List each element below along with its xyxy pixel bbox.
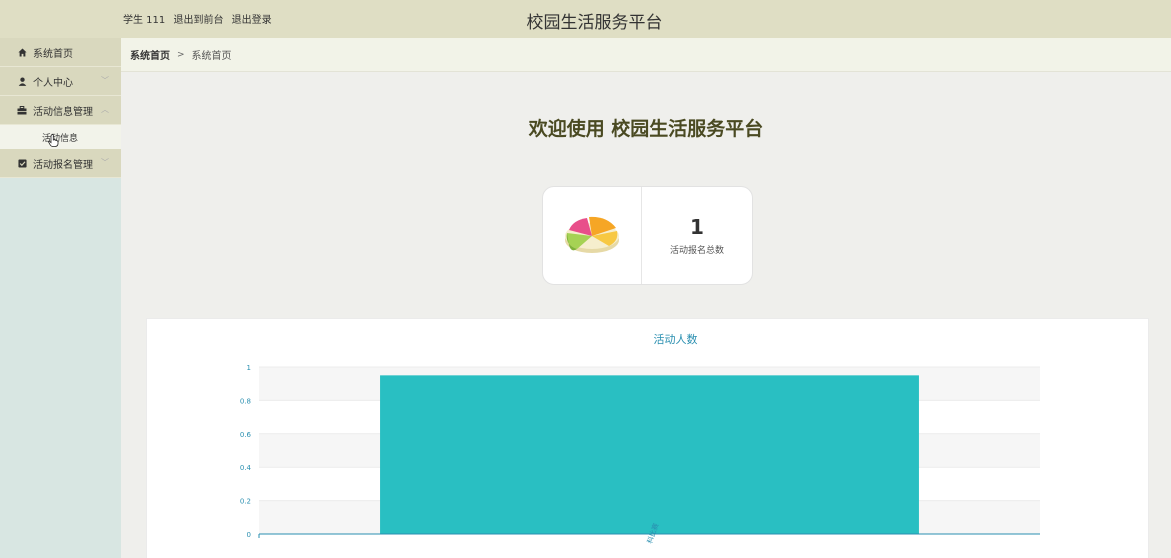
y-tick-label: 0.8 (240, 397, 251, 405)
sidebar-item-label: 活动报名管理 (33, 159, 93, 171)
breadcrumb: 系统首页 > 系统首页 (121, 38, 1171, 72)
breadcrumb-home-link[interactable]: 系统首页 (130, 47, 170, 62)
chart-title: 活动人数 (654, 333, 698, 346)
breadcrumb-current: 系统首页 (191, 51, 232, 62)
user-icon (17, 76, 27, 86)
pie-chart-icon (561, 211, 623, 260)
sidebar-item-label: 个人中心 (33, 77, 73, 89)
user-name: 学生 111 (123, 15, 166, 26)
sidebar-item-personal-center[interactable]: 个人中心 ﹀ (0, 67, 121, 96)
top-bar: 学生 111 退出到前台 退出登录 校园生活服务平台 (0, 0, 1171, 38)
signup-total-card: 1 活动报名总数 (542, 186, 753, 285)
chart-svg: 活动人数00.20.40.60.81科比赛 (240, 333, 1040, 545)
y-tick-label: 0.6 (240, 431, 252, 439)
chevron-down-icon: ﹀ (101, 158, 109, 167)
home-icon (17, 47, 27, 57)
checkbox-icon (17, 158, 27, 168)
signup-total-value: 1 (690, 214, 704, 239)
sidebar-item-home[interactable]: 系统首页 (0, 38, 121, 67)
bar (380, 375, 919, 534)
back-to-front-link[interactable]: 退出到前台 (173, 15, 223, 26)
sidebar-item-activity-signup-management[interactable]: 活动报名管理 ﹀ (0, 149, 121, 178)
chevron-down-icon: ﹀ (101, 76, 109, 85)
breadcrumb-separator: > (177, 49, 185, 60)
logout-link[interactable]: 退出登录 (232, 15, 272, 26)
y-tick-label: 1 (247, 364, 251, 372)
stat-text-area: 1 活动报名总数 (642, 187, 752, 284)
chevron-up-icon: ︿ (101, 105, 109, 114)
sidebar: 系统首页 个人中心 ﹀ 活动信息管理 ︿ 活动信息 活动报名管理 ﹀ (0, 38, 121, 558)
y-tick-label: 0.2 (240, 498, 251, 506)
participants-chart: 活动人数 0 0.2 0.4 0.6 0.8 1 科比赛 (146, 318, 1149, 558)
main-content: 欢迎使用 校园生活服务平台 1 活动报名总数 活动人数 0 0.2 0.4 0.6 0.8… (121, 72, 1171, 558)
signup-total-label: 活动报名总数 (669, 245, 724, 256)
sidebar-item-label: 系统首页 (33, 48, 73, 60)
sidebar-item-label: 活动信息管理 (33, 106, 93, 118)
sidebar-subitem-activity-info[interactable]: 活动信息 (0, 125, 121, 149)
sidebar-item-activity-info-management[interactable]: 活动信息管理 ︿ (0, 96, 121, 125)
y-tick-label: 0 (247, 531, 251, 539)
welcome-title: 欢迎使用 校园生活服务平台 (528, 118, 764, 140)
user-links: 学生 111 退出到前台 退出登录 (123, 11, 277, 26)
stat-icon-area (543, 187, 642, 284)
y-tick-label: 0.4 (240, 464, 252, 472)
hand-cursor-icon (48, 134, 59, 150)
briefcase-icon (17, 105, 27, 115)
site-title: 校园生活服务平台 (526, 13, 663, 33)
